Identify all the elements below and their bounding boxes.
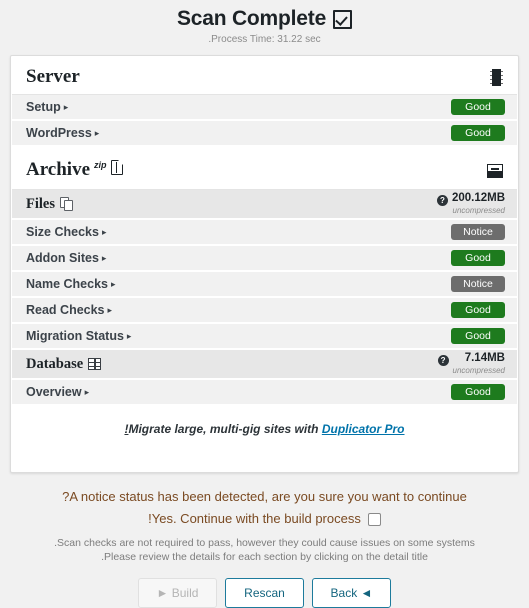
caret-right-icon: ▸: [84, 386, 90, 397]
caret-right-icon: ▸: [107, 304, 113, 315]
status-badge[interactable]: Good: [451, 125, 505, 141]
section-header-server: Server: [12, 56, 517, 95]
notice-warning-line: ?A notice status has been detected, are …: [62, 489, 467, 504]
status-badge[interactable]: Good: [451, 250, 505, 266]
caret-right-icon: ▸: [94, 127, 100, 138]
subhead-files-label: Files: [26, 196, 73, 213]
row-label-text: WordPress: [26, 126, 92, 140]
row-name-checks[interactable]: Name Checks ▸ Notice: [12, 272, 517, 298]
status-badge[interactable]: Good: [451, 328, 505, 344]
status-badge[interactable]: Notice: [451, 224, 505, 240]
server-chip-icon: [490, 68, 503, 86]
row-label-text: Name Checks: [26, 277, 108, 291]
database-size-note: uncompressed: [452, 365, 505, 375]
row-label-text: Size Checks: [26, 225, 99, 239]
archive-rows: Files ? 200.12MB uncompressed Size Check…: [12, 190, 517, 406]
continue-confirm-line: !Yes. Continue with the build process: [12, 508, 517, 530]
row-label-text: Setup: [26, 100, 61, 114]
row-size-checks[interactable]: Size Checks ▸ Notice: [12, 220, 517, 246]
row-migration-status-label[interactable]: Migration Status ▸: [26, 329, 131, 343]
question-mark-icon[interactable]: ?: [437, 354, 449, 366]
files-copy-icon: [60, 197, 73, 211]
help-note-line-1: .Scan checks are not required to pass, h…: [54, 537, 475, 549]
row-setup[interactable]: Setup ▸ Good: [12, 95, 517, 121]
subhead-database-label: Database: [26, 355, 102, 373]
row-wordpress[interactable]: WordPress ▸ Good: [12, 121, 517, 147]
process-time-label: .Process Time: 31.22 sec: [208, 34, 321, 45]
question-mark-icon[interactable]: ?: [436, 194, 448, 206]
subhead-label-text: Files: [26, 195, 55, 212]
row-setup-label[interactable]: Setup ▸: [26, 100, 68, 114]
database-size-info: ? 7.14MB uncompressed: [437, 351, 505, 376]
page-footer: ?A notice status has been detected, are …: [0, 473, 529, 608]
zip-file-icon: [110, 160, 123, 175]
duplicator-pro-link[interactable]: Duplicator Pro: [322, 422, 405, 436]
row-label-text: Overview: [26, 385, 82, 399]
promo-line: !Migrate large, multi-gig sites with Dup…: [11, 406, 518, 472]
build-confirm-checkbox[interactable]: [367, 512, 381, 526]
row-read-checks-label[interactable]: Read Checks ▸: [26, 303, 112, 317]
build-button[interactable]: ► Build: [138, 578, 217, 608]
files-size-info: ? 200.12MB uncompressed: [436, 191, 505, 216]
subhead-files: Files ? 200.12MB uncompressed: [12, 190, 517, 220]
help-note-line-2: .Please review the details for each sect…: [101, 551, 428, 563]
section-title-server: Server: [26, 66, 80, 88]
scan-complete-page: Scan Complete .Process Time: 31.22 sec S…: [0, 0, 529, 608]
row-read-checks[interactable]: Read Checks ▸ Good: [12, 298, 517, 324]
caret-right-icon: ▸: [111, 278, 116, 289]
section-title-archive: Archive zip: [26, 159, 123, 183]
row-wordpress-label[interactable]: WordPress ▸: [26, 126, 99, 140]
section-header-archive: Archive zip: [12, 147, 517, 190]
promo-text: Migrate large, multi-gig sites with: [128, 422, 322, 436]
checked-checkbox-icon: [333, 9, 353, 29]
page-header: Scan Complete .Process Time: 31.22 sec: [0, 0, 529, 46]
server-rows: Setup ▸ Good WordPress ▸ Good: [12, 95, 517, 147]
back-button[interactable]: Back ◄: [312, 578, 391, 608]
help-note: .Scan checks are not required to pass, h…: [12, 536, 517, 564]
status-badge[interactable]: Good: [451, 302, 505, 318]
caret-right-icon: ▸: [63, 101, 69, 112]
row-label-text: Read Checks: [26, 303, 105, 317]
row-overview-label[interactable]: Overview ▸: [26, 385, 89, 399]
caret-right-icon: ▸: [101, 252, 107, 263]
row-overview[interactable]: Overview ▸ Good: [12, 380, 517, 406]
row-label-text: Migration Status: [26, 329, 124, 343]
scan-results-panel: Server Setup ▸ Good WordPress ▸ Good Arc…: [10, 55, 519, 473]
page-title: Scan Complete: [0, 6, 529, 32]
archive-box-icon: [487, 164, 503, 178]
files-size-note: uncompressed: [452, 205, 505, 215]
section-title-server-label: Server: [26, 66, 80, 87]
section-title-archive-label: Archive: [26, 159, 91, 180]
row-addon-sites[interactable]: Addon Sites ▸ Good: [12, 246, 517, 272]
database-size-value: 7.14MB: [464, 351, 505, 364]
row-name-checks-label[interactable]: Name Checks ▸: [26, 277, 116, 291]
caret-right-icon: ▸: [126, 330, 132, 341]
row-size-checks-label[interactable]: Size Checks ▸: [26, 225, 107, 239]
subhead-label-text: Database: [26, 355, 84, 372]
database-table-icon: [88, 358, 102, 370]
continue-confirm-label: !Yes. Continue with the build process: [148, 511, 361, 526]
status-badge[interactable]: Notice: [451, 276, 505, 292]
page-title-text: Scan Complete: [176, 7, 327, 30]
status-badge[interactable]: Good: [451, 99, 505, 115]
row-addon-sites-label[interactable]: Addon Sites ▸: [26, 251, 106, 265]
row-migration-status[interactable]: Migration Status ▸ Good: [12, 324, 517, 350]
files-size-value: 200.12MB: [451, 191, 505, 204]
subhead-database: Database ? 7.14MB uncompressed: [12, 350, 517, 380]
rescan-button[interactable]: Rescan: [225, 578, 304, 608]
archive-format-label: zip: [94, 160, 107, 170]
status-badge[interactable]: Good: [451, 384, 505, 400]
footer-buttons: ► Build Rescan Back ◄: [12, 578, 517, 608]
caret-right-icon: ▸: [101, 226, 107, 237]
row-label-text: Addon Sites: [26, 251, 99, 265]
